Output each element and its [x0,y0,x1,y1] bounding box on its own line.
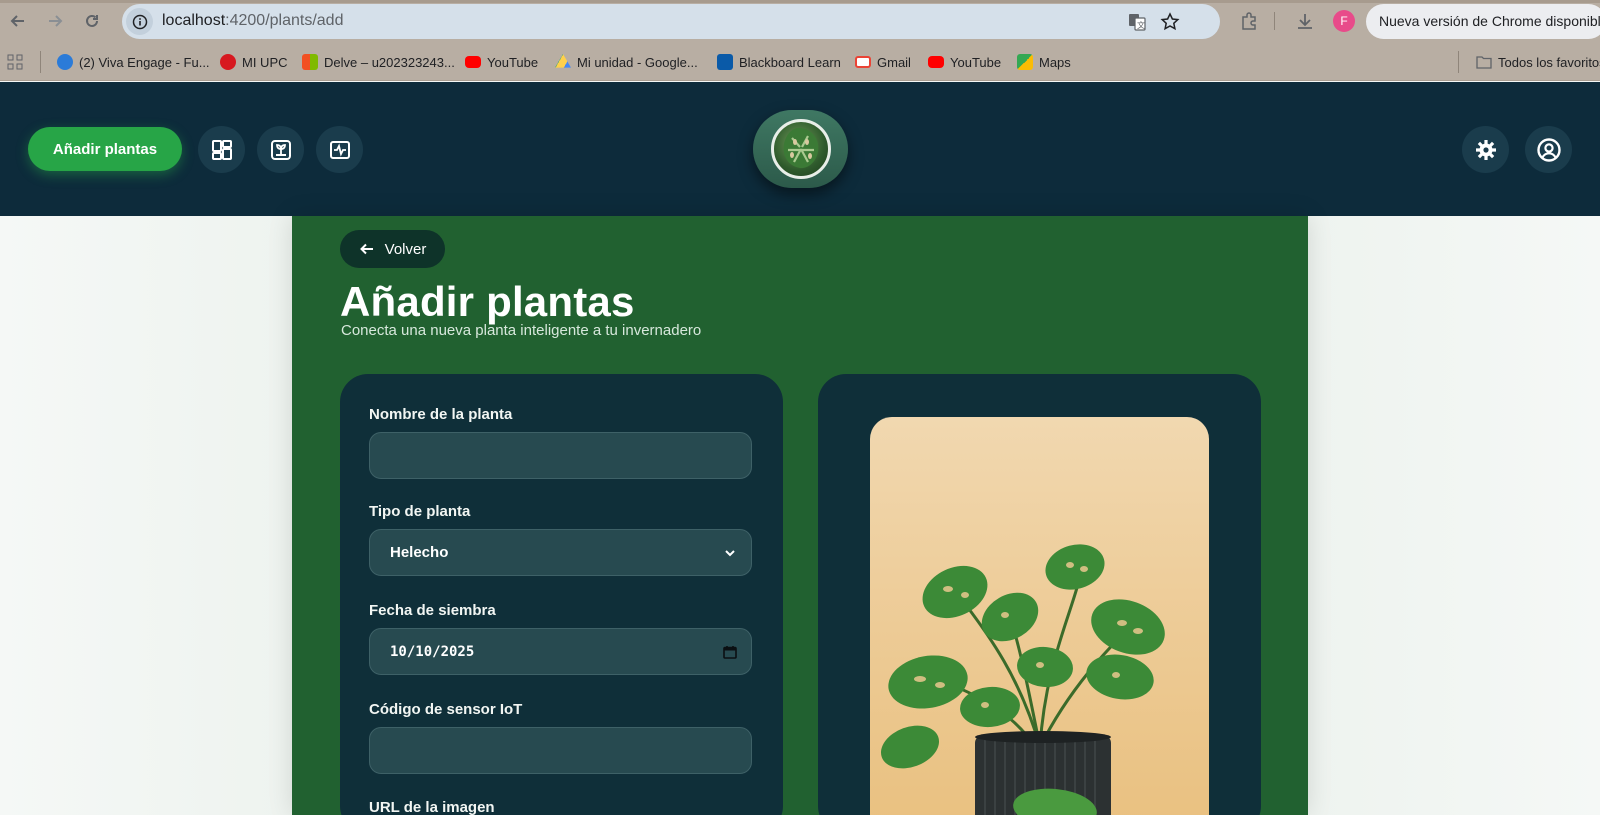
apps-grid-icon[interactable] [7,52,23,72]
add-plant-panel: Volver Añadir plantas Conecta una nueva … [292,216,1308,815]
plant-name-label: Nombre de la planta [369,406,513,423]
folder-icon [1476,56,1492,69]
bookmark-label: Blackboard Learn [739,54,841,70]
bookmark-youtube-2[interactable]: YouTube [928,52,1001,72]
bookmark-star-icon[interactable] [1159,11,1181,33]
bookmark-label: MI UPC [242,54,288,70]
bookmark-youtube[interactable]: YouTube [465,52,538,72]
arrow-left-icon [359,243,373,255]
tab-strip-edge [0,0,1600,3]
svg-text:文: 文 [1137,20,1145,30]
plant-preview-image [870,417,1209,815]
bookmark-gmail[interactable]: Gmail [855,52,911,72]
bookmarks-divider [1458,51,1459,73]
sowing-date-value: 10/10/2025 [390,643,475,660]
back-arrow-icon[interactable] [6,9,30,33]
address-bar[interactable]: localhost:4200/plants/add 文 [122,4,1220,39]
plants-nav-button[interactable] [257,126,304,173]
page-title: Añadir plantas [340,278,635,325]
plant-type-select[interactable]: Helecho [369,529,752,576]
all-bookmarks-folder[interactable]: Todos los favoritos [1476,52,1600,72]
bookmark-viva-engage[interactable]: (2) Viva Engage - Fu... [57,52,210,72]
youtube-icon [928,56,944,68]
browser-toolbar: localhost:4200/plants/add 文 F Nueva vers… [0,0,1600,42]
iot-sensor-input[interactable] [369,727,752,774]
bookmark-label: YouTube [487,54,539,70]
chrome-update-button[interactable]: Nueva versión de Chrome disponible [1366,4,1600,39]
settings-button[interactable] [1462,126,1509,173]
chevron-down-icon [721,544,739,562]
add-plants-nav-button[interactable]: Añadir plantas [28,127,182,171]
iot-sensor-label: Código de sensor IoT [369,701,523,718]
translate-icon[interactable]: 文 [1126,11,1148,33]
plant-box-icon [270,139,291,160]
url-text[interactable]: localhost:4200/plants/add [162,12,343,30]
bookmark-google-drive[interactable]: Mi unidad - Google... [555,52,698,72]
gmail-icon [855,56,871,68]
bookmark-label: Gmail [877,54,911,70]
dashboard-icon [211,139,232,160]
bookmark-delve[interactable]: Delve – u202323243... [302,52,455,72]
bookmark-label: YouTube [950,54,1002,70]
page-subtitle: Conecta una nueva planta inteligente a t… [341,322,702,339]
plant-type-value: Helecho [390,544,449,561]
youtube-icon [465,56,481,68]
url-path: :4200/plants/add [225,12,344,29]
bookmarks-bar: (2) Viva Engage - Fu... MI UPC Delve – u… [0,42,1600,81]
monitoring-nav-button[interactable] [316,126,363,173]
upc-icon [220,54,236,70]
plant-type-label: Tipo de planta [369,503,471,520]
page-background-left [0,216,292,815]
back-button-label: Volver [384,240,427,258]
bookmark-label: (2) Viva Engage - Fu... [79,54,210,70]
gear-icon [1475,139,1496,160]
drive-icon [555,54,571,68]
bookmark-label: Maps [1039,54,1071,70]
profile-button[interactable] [1525,126,1572,173]
profile-avatar[interactable]: F [1333,10,1355,32]
back-button[interactable]: Volver [340,230,445,268]
url-host: localhost [162,12,226,29]
calendar-icon[interactable] [721,643,739,661]
image-preview-card [818,374,1261,815]
bookmark-mi-upc[interactable]: MI UPC [220,52,288,72]
forward-arrow-icon[interactable] [43,9,67,33]
reload-icon[interactable] [80,9,104,33]
user-circle-icon [1536,137,1561,162]
app-logo[interactable] [753,110,848,188]
page-background-right [1308,216,1600,815]
sowing-date-label: Fecha de siembra [369,602,496,619]
bookmark-folder-label: Todos los favoritos [1498,54,1600,70]
blackboard-icon [717,54,733,70]
download-icon[interactable] [1294,10,1316,32]
microsoft-icon [302,54,318,70]
app-header: Añadir plantas [0,82,1600,216]
bookmarks-divider [40,51,41,73]
plant-name-input[interactable] [369,432,752,479]
viva-engage-icon [57,54,73,70]
bookmark-label: Delve – u202323243... [324,54,455,70]
bookmark-blackboard[interactable]: Blackboard Learn [717,52,841,72]
bookmark-label: Mi unidad - Google... [577,54,698,70]
bookmark-maps[interactable]: Maps [1017,52,1071,72]
monitor-pulse-icon [329,140,350,159]
monstera-logo-icon [770,119,831,179]
dashboard-nav-button[interactable] [198,126,245,173]
sowing-date-input[interactable]: 10/10/2025 [369,628,752,675]
plant-form-card: Nombre de la planta Tipo de planta Helec… [340,374,783,815]
toolbar-divider [1274,12,1275,30]
site-info-icon[interactable] [126,8,153,35]
extensions-icon[interactable] [1238,10,1260,32]
maps-icon [1017,54,1033,70]
image-url-label: URL de la imagen [369,799,495,815]
